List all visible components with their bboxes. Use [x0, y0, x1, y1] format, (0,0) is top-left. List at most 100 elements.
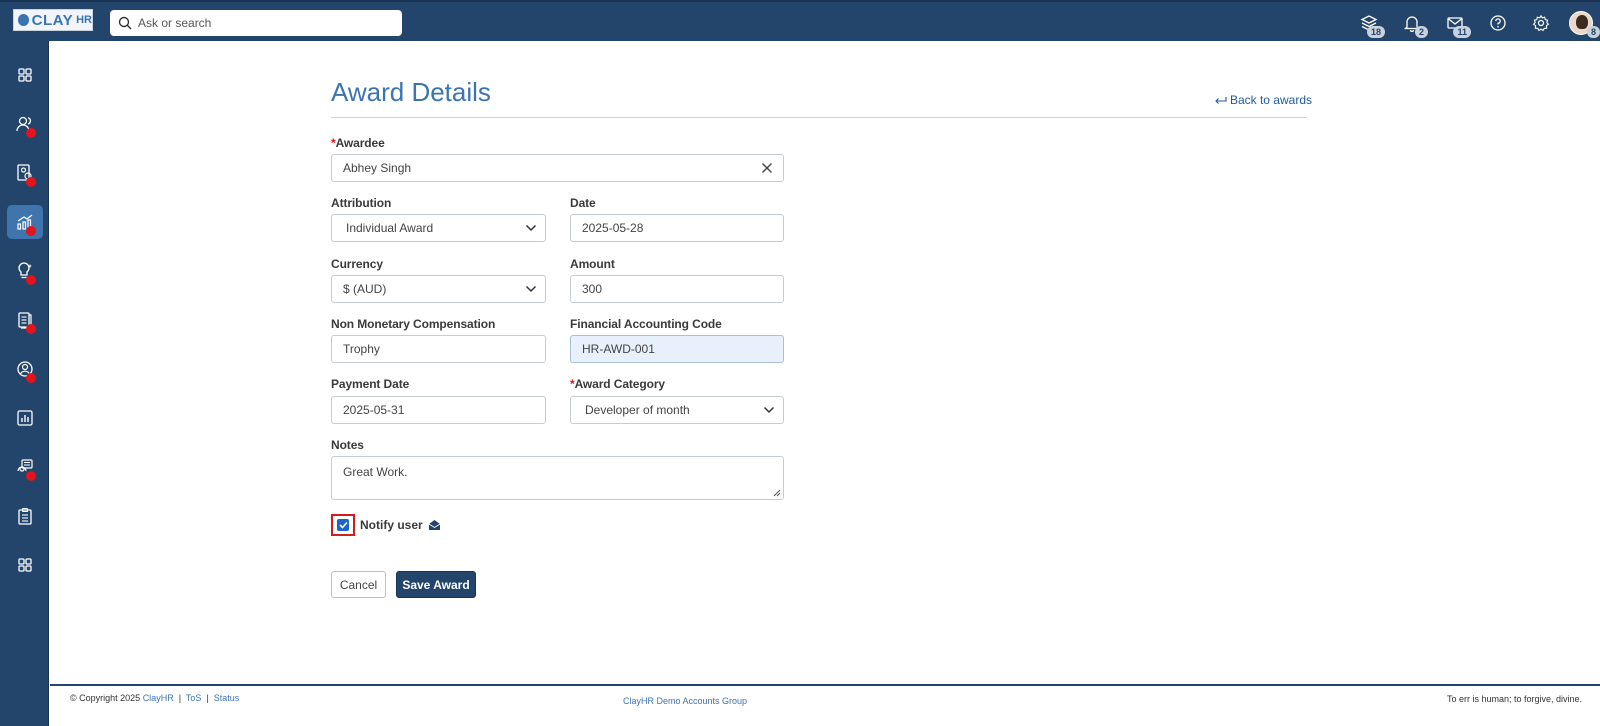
- attribution-select[interactable]: Individual Award: [331, 214, 546, 242]
- non-monetary-label: Non Monetary Compensation: [331, 317, 496, 331]
- search-box[interactable]: [110, 10, 402, 36]
- sidebar-alert-dot: [26, 128, 36, 138]
- footer-separator: |: [206, 693, 209, 703]
- sidebar-item-dashboard[interactable]: [7, 58, 43, 92]
- clear-icon[interactable]: [761, 162, 773, 174]
- award-category-value: Developer of month: [585, 403, 690, 417]
- help-button[interactable]: [1476, 2, 1519, 43]
- sidebar-item-reports[interactable]: [7, 401, 43, 435]
- sidebar-alert-dot: [26, 471, 36, 481]
- notify-user-label[interactable]: Notify user: [360, 518, 423, 532]
- payment-date-input[interactable]: 2025-05-31: [331, 396, 546, 424]
- sidebar-alert-dot: [26, 177, 36, 187]
- award-category-select[interactable]: Developer of month: [570, 396, 784, 424]
- sidebar-item-learning[interactable]: [7, 254, 43, 288]
- clipboard-icon: [18, 507, 32, 525]
- sidebar-alert-dot: [26, 324, 36, 334]
- award-category-label: *Award Category: [570, 377, 665, 391]
- page-title: Award Details: [331, 77, 491, 107]
- sidebar-item-hiring[interactable]: [7, 156, 43, 190]
- accounting-code-input[interactable]: HR-AWD-001: [570, 335, 784, 363]
- save-award-button[interactable]: Save Award: [396, 571, 476, 598]
- notify-checkbox-highlight: [331, 514, 355, 536]
- back-link-label: Back to awards: [1229, 93, 1312, 107]
- non-monetary-input[interactable]: Trophy: [331, 335, 546, 363]
- currency-value: $ (AUD): [343, 282, 387, 296]
- accounting-code-label: Financial Accounting Code: [570, 317, 722, 331]
- sidebar-item-profile[interactable]: [7, 352, 43, 386]
- sidebar-item-apps[interactable]: [7, 548, 43, 582]
- logo-mark-icon: [18, 14, 29, 26]
- layers-button[interactable]: 18: [1347, 2, 1390, 43]
- sidebar-item-support[interactable]: [7, 450, 43, 484]
- sidebar-item-performance[interactable]: [7, 205, 43, 239]
- awardee-field[interactable]: Abhey Singh: [331, 154, 784, 182]
- apps-grid-icon: [18, 558, 32, 572]
- sidebar-alert-dot: [26, 275, 36, 285]
- footer: © Copyright 2025 ClayHR | ToS | Status C…: [50, 684, 1600, 726]
- messages-button[interactable]: 11: [1433, 2, 1476, 43]
- payment-date-value: 2025-05-31: [343, 403, 405, 417]
- attribution-label: Attribution: [331, 196, 392, 210]
- settings-button[interactable]: [1519, 2, 1562, 43]
- notifications-badge: 2: [1414, 26, 1428, 38]
- logo-text: CLAY: [31, 11, 74, 29]
- avatar-badge: 8: [1586, 26, 1600, 38]
- top-icons: 18 2 11 8: [1347, 2, 1600, 43]
- footer-quote: To err is human; to forgive, divine.: [1446, 694, 1582, 704]
- main-content: Award Details Back to awards *Awardee Ab…: [50, 41, 1600, 686]
- date-input[interactable]: 2025-05-28: [570, 214, 784, 242]
- grid-icon: [18, 68, 32, 82]
- resize-handle-icon[interactable]: [772, 488, 781, 497]
- logo-suffix: HR: [76, 14, 92, 26]
- sidebar-item-people[interactable]: [7, 107, 43, 141]
- currency-select[interactable]: $ (AUD): [331, 275, 546, 303]
- back-to-awards-link[interactable]: Back to awards: [1214, 93, 1312, 107]
- non-monetary-value: Trophy: [343, 342, 380, 356]
- awardee-value: Abhey Singh: [343, 161, 412, 175]
- notify-user-row: Notify user: [331, 514, 441, 536]
- search-icon: [118, 16, 132, 30]
- notifications-button[interactable]: 2: [1390, 2, 1433, 43]
- footer-left: © Copyright 2025 ClayHR | ToS | Status: [70, 693, 239, 703]
- sidebar-alert-dot: [26, 226, 36, 236]
- payment-date-label: Payment Date: [331, 377, 410, 391]
- chevron-down-icon: [763, 406, 775, 414]
- cancel-button[interactable]: Cancel: [331, 571, 386, 598]
- notes-textarea[interactable]: Great Work.: [331, 456, 784, 500]
- search-input[interactable]: [138, 16, 388, 30]
- status-link[interactable]: Status: [214, 693, 240, 703]
- top-bar: CLAY HR 18 2 11 8: [0, 0, 1600, 41]
- tos-link[interactable]: ToS: [186, 693, 202, 703]
- chevron-down-icon: [525, 285, 537, 293]
- amount-value: 300: [582, 282, 603, 296]
- clayhr-logo[interactable]: CLAY HR: [13, 9, 93, 31]
- currency-label: Currency: [331, 257, 383, 271]
- notes-label: Notes: [331, 438, 364, 452]
- layers-badge: 18: [1366, 26, 1385, 38]
- gear-icon: [1532, 14, 1549, 31]
- bar-chart-icon: [17, 410, 33, 426]
- account-group-link[interactable]: ClayHR Demo Accounts Group: [623, 696, 747, 706]
- date-value: 2025-05-28: [582, 221, 644, 235]
- amount-label: Amount: [570, 257, 615, 271]
- messages-badge: 11: [1453, 26, 1471, 38]
- user-menu[interactable]: 8: [1562, 2, 1600, 43]
- awardee-label: *Awardee: [331, 136, 385, 150]
- title-divider: [331, 117, 1307, 118]
- date-label: Date: [570, 196, 596, 210]
- attribution-value: Individual Award: [346, 221, 434, 235]
- help-icon: [1489, 14, 1506, 31]
- accounting-code-value: HR-AWD-001: [582, 342, 655, 356]
- notify-user-checkbox[interactable]: [337, 519, 349, 531]
- amount-input[interactable]: 300: [570, 275, 784, 303]
- sidebar-item-tasks[interactable]: [7, 499, 43, 533]
- sidebar-alert-dot: [26, 373, 36, 383]
- footer-separator: |: [178, 693, 182, 703]
- checkmark-icon: [338, 521, 348, 529]
- sidebar-item-documents[interactable]: [7, 303, 43, 337]
- clayhr-link[interactable]: ClayHR: [143, 693, 174, 703]
- envelope-open-icon: [428, 520, 440, 530]
- copyright-text: © Copyright 2025: [70, 693, 141, 703]
- notes-value: Great Work.: [343, 465, 408, 479]
